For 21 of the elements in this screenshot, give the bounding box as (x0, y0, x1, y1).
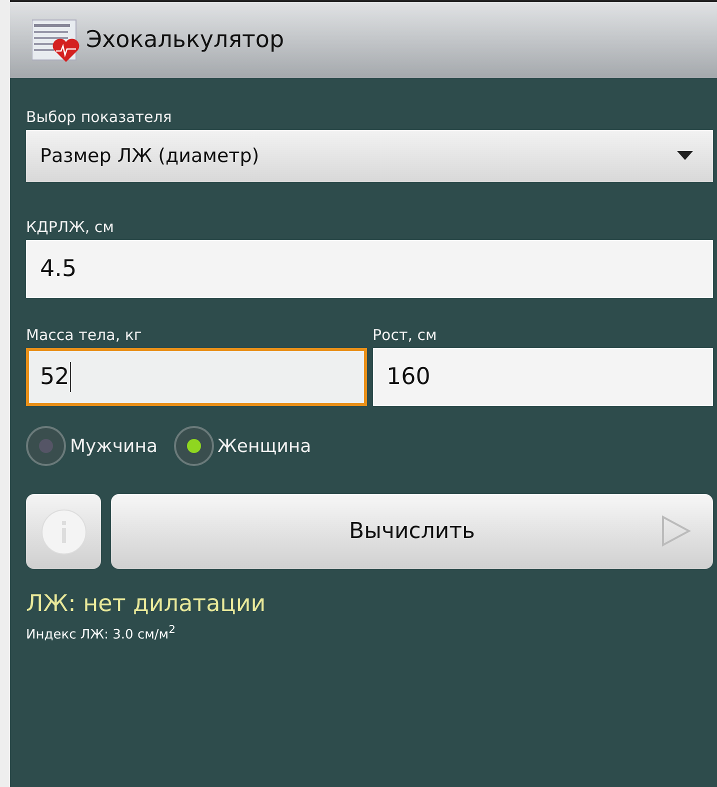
result-text: ЛЖ: нет дилатации (26, 591, 267, 617)
calculate-button[interactable]: Вычислить (111, 494, 713, 569)
info-icon (40, 508, 86, 554)
input-field[interactable]: 52 (26, 348, 366, 406)
radio-label[interactable]: Мужчина (70, 436, 158, 456)
field-label: Рост, см (372, 326, 438, 344)
field-label: Выбор показателя (26, 108, 173, 126)
field-label: КДРЛЖ, см (26, 218, 115, 236)
play-icon (661, 515, 691, 547)
dropdown[interactable]: Размер ЛЖ (диаметр) (26, 130, 713, 182)
index-text: Индекс ЛЖ: 3.0 см/м$^{2}$ (26, 623, 176, 642)
radio-label[interactable]: Женщина (218, 436, 312, 456)
input-field[interactable]: 4.5 (26, 240, 713, 298)
app-icon (32, 18, 80, 62)
info-button[interactable] (26, 494, 101, 569)
radio-button[interactable] (26, 426, 66, 466)
dropdown-arrow-icon (677, 151, 693, 161)
radio-button[interactable] (174, 426, 214, 466)
field-label: Масса тела, кг (26, 326, 143, 344)
window-title: Эхокалькулятор (86, 27, 284, 53)
input-field[interactable]: 160 (372, 348, 713, 406)
